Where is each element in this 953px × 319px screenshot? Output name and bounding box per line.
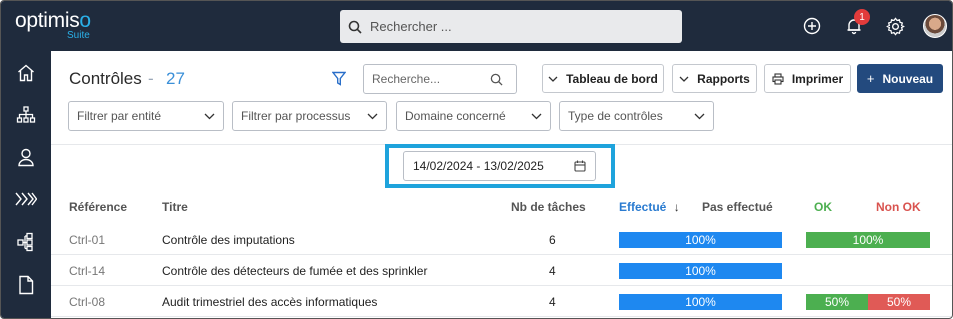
app-logo-subtitle: Suite bbox=[67, 30, 90, 41]
sidebar-item-hierarchy[interactable] bbox=[1, 224, 51, 260]
user-icon bbox=[18, 148, 34, 167]
sidebar-item-documents[interactable] bbox=[1, 267, 51, 303]
list-search-input[interactable] bbox=[372, 72, 490, 86]
domain-filter-select[interactable]: Domaine concerné bbox=[396, 101, 551, 131]
row-task-count: 4 bbox=[549, 264, 556, 278]
process-filter-select[interactable]: Filtrer par processus bbox=[232, 101, 387, 131]
row-title[interactable]: Contrôle des détecteurs de fumée et des … bbox=[162, 264, 427, 278]
control-type-filter-label: Type de contrôles bbox=[568, 109, 663, 123]
row-reference: Ctrl-01 bbox=[69, 233, 106, 247]
chevron-down-icon bbox=[531, 113, 542, 119]
printer-icon bbox=[772, 72, 784, 85]
row-reference: Ctrl-14 bbox=[69, 264, 106, 278]
search-icon bbox=[348, 20, 362, 34]
hierarchy-icon bbox=[17, 232, 33, 252]
column-header-done-label: Effectué bbox=[619, 200, 667, 214]
row-task-count: 4 bbox=[549, 295, 556, 309]
column-header-title[interactable]: Titre bbox=[162, 200, 188, 214]
process-chevrons-icon bbox=[15, 192, 37, 206]
avatar[interactable] bbox=[923, 14, 947, 38]
chevron-down-icon bbox=[204, 113, 215, 119]
column-header-ok[interactable]: OK bbox=[814, 200, 832, 214]
done-progress-bar: 100% bbox=[619, 232, 782, 248]
process-filter-label: Filtrer par processus bbox=[241, 109, 351, 123]
app-window: optimiso Suite 1 bbox=[0, 0, 953, 319]
column-header-tasks[interactable]: Nb de tâches bbox=[511, 200, 586, 214]
sidebar-item-users[interactable] bbox=[1, 139, 51, 175]
dashboard-button[interactable]: Tableau de bord bbox=[542, 64, 664, 93]
domain-filter-label: Domaine concerné bbox=[405, 109, 506, 123]
item-count: 27 bbox=[166, 69, 185, 88]
done-progress-bar: 100% bbox=[619, 263, 782, 279]
calendar-icon bbox=[574, 160, 586, 172]
ok-progress-bar: 100% bbox=[806, 232, 930, 248]
sort-descending-icon: ↓ bbox=[673, 200, 680, 214]
home-icon bbox=[18, 64, 34, 82]
page-title: Contrôles bbox=[69, 69, 142, 88]
new-button-label: Nouveau bbox=[882, 71, 934, 86]
reports-button-label: Rapports bbox=[697, 71, 750, 86]
date-range-picker[interactable]: 14/02/2024 - 13/02/2025 bbox=[403, 151, 596, 181]
plus-icon: + bbox=[866, 71, 875, 86]
done-progress-bar: 100% bbox=[619, 294, 782, 310]
chevron-down-icon bbox=[548, 76, 558, 82]
list-search-box[interactable] bbox=[363, 64, 517, 94]
control-type-filter-select[interactable]: Type de contrôles bbox=[559, 101, 714, 131]
add-circle-icon[interactable] bbox=[801, 15, 823, 37]
print-button[interactable]: Imprimer bbox=[764, 64, 851, 93]
sidebar bbox=[1, 51, 51, 318]
document-icon bbox=[19, 275, 34, 295]
column-header-done[interactable]: Effectué ↓ bbox=[619, 200, 680, 214]
row-title[interactable]: Audit trimestriel des accès informatique… bbox=[162, 295, 377, 309]
chevron-down-icon bbox=[694, 113, 705, 119]
global-search-box[interactable] bbox=[340, 10, 682, 43]
column-header-reference[interactable]: Référence bbox=[69, 200, 127, 214]
filter-icon[interactable] bbox=[331, 71, 347, 91]
chevron-down-icon bbox=[679, 76, 689, 82]
column-header-not-ok[interactable]: Non OK bbox=[876, 200, 921, 214]
new-button[interactable]: + Nouveau bbox=[857, 64, 943, 93]
dashboard-button-label: Tableau de bord bbox=[566, 71, 658, 86]
ok-progress-bar: 50% bbox=[806, 294, 868, 310]
date-range-value: 14/02/2024 - 13/02/2025 bbox=[413, 159, 544, 173]
top-navbar: optimiso Suite 1 bbox=[1, 1, 952, 51]
entity-filter-select[interactable]: Filtrer par entité bbox=[68, 101, 224, 131]
reports-button[interactable]: Rapports bbox=[672, 64, 757, 93]
row-task-count: 6 bbox=[549, 233, 556, 247]
chevron-down-icon bbox=[367, 113, 378, 119]
gear-icon[interactable] bbox=[884, 15, 906, 37]
sidebar-item-processes[interactable] bbox=[1, 181, 51, 217]
row-reference: Ctrl-08 bbox=[69, 295, 106, 309]
sidebar-item-home[interactable] bbox=[1, 55, 51, 91]
not-ok-progress-bar: 50% bbox=[868, 294, 930, 310]
notification-badge: 1 bbox=[854, 9, 870, 25]
entity-filter-label: Filtrer par entité bbox=[77, 109, 162, 123]
row-title[interactable]: Contrôle des imputations bbox=[162, 233, 295, 247]
print-button-label: Imprimer bbox=[791, 71, 844, 86]
global-search-input[interactable] bbox=[370, 19, 650, 34]
title-separator: - bbox=[148, 69, 154, 88]
sidebar-item-organization[interactable] bbox=[1, 97, 51, 133]
search-icon bbox=[490, 73, 503, 86]
column-header-not-done[interactable]: Pas effectué bbox=[702, 200, 773, 214]
org-chart-icon bbox=[16, 106, 36, 123]
